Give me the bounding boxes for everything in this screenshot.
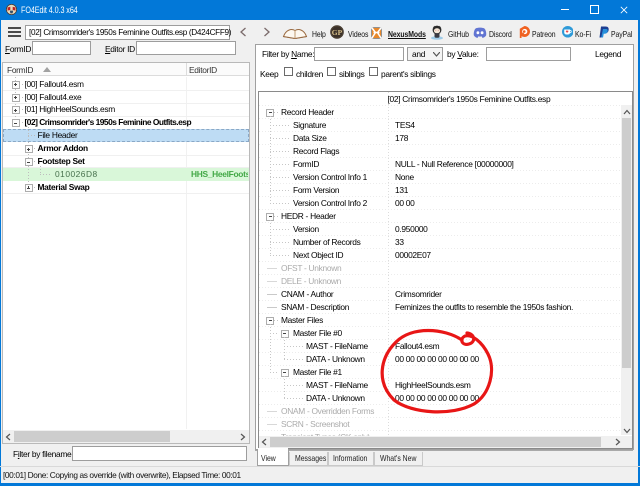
svg-text:GP: GP (332, 28, 343, 37)
